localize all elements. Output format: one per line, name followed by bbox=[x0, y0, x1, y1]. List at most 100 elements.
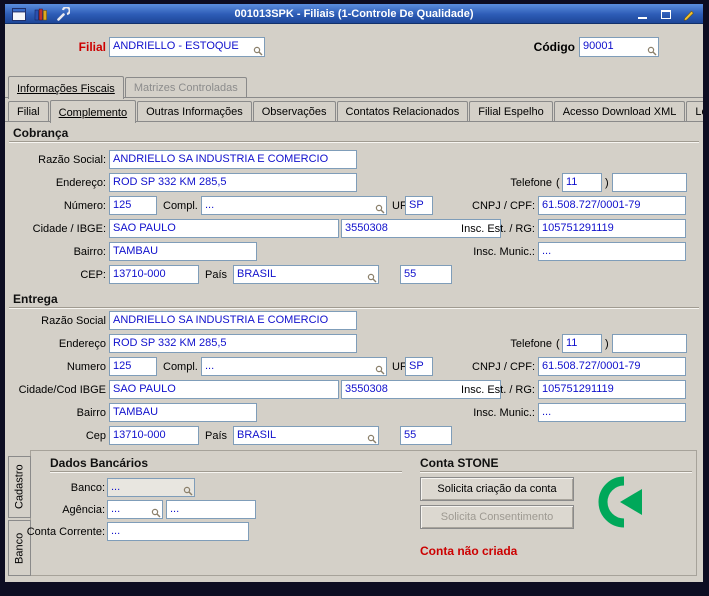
lookup-magnifier-icon[interactable] bbox=[375, 203, 385, 214]
entrega-razao-social-input[interactable]: ANDRIELLO SA INDUSTRIA E COMERCIO bbox=[109, 311, 357, 330]
entrega-cep-input[interactable]: 13710-000 bbox=[109, 426, 199, 445]
solicita-consentimento-button[interactable]: Solicita Consentimento bbox=[420, 505, 574, 529]
wrench-icon[interactable] bbox=[54, 7, 71, 21]
cobranca-compl-label: Compl. bbox=[163, 200, 198, 212]
cobranca-cep-input[interactable]: 13710-000 bbox=[109, 265, 199, 284]
window-frame: 001013SPK - Filiais (1-Controle De Quali… bbox=[0, 0, 709, 596]
entrega-pais-codigo-input[interactable]: 55 bbox=[400, 426, 452, 445]
lookup-magnifier-icon[interactable] bbox=[253, 45, 263, 56]
tab-filial[interactable]: Filial bbox=[8, 101, 49, 121]
tab-contatos-relacionados[interactable]: Contatos Relacionados bbox=[336, 101, 469, 121]
cobranca-insc-mun-label: Insc. Munic.: bbox=[473, 246, 535, 258]
entrega-telefone-numero-input[interactable] bbox=[612, 334, 687, 353]
entrega-telefone-label: Telefone bbox=[510, 338, 552, 350]
minimize-button[interactable] bbox=[635, 7, 650, 21]
entrega-cnpj-input[interactable]: 61.508.727/0001-79 bbox=[538, 357, 686, 376]
cobranca-telefone-ddd-input[interactable]: 11 bbox=[562, 173, 602, 192]
entrega-numero-label: Numero bbox=[66, 361, 106, 373]
cobranca-endereco-input[interactable]: ROD SP 332 KM 285,5 bbox=[109, 173, 357, 192]
stone-logo-icon bbox=[598, 476, 650, 528]
agencia-digito-input[interactable]: ... bbox=[166, 500, 256, 519]
edit-button[interactable] bbox=[681, 7, 696, 21]
cobranca-compl-input[interactable]: ... bbox=[201, 196, 387, 215]
cobranca-pais-label: País bbox=[205, 269, 228, 281]
tab-complemento[interactable]: Complemento bbox=[49, 100, 137, 123]
tab-filial-espelho[interactable]: Filial Espelho bbox=[469, 101, 553, 121]
cobranca-numero-input[interactable]: 125 bbox=[109, 196, 157, 215]
divider bbox=[50, 471, 402, 473]
cobranca-pais-input[interactable]: BRASIL bbox=[233, 265, 379, 284]
cobranca-cnpj-input[interactable]: 61.508.727/0001-79 bbox=[538, 196, 686, 215]
entrega-cidade-label: Cidade/Cod IBGE bbox=[18, 384, 106, 396]
divider bbox=[420, 471, 692, 473]
lookup-magnifier-icon[interactable] bbox=[367, 433, 377, 444]
books-icon[interactable] bbox=[32, 7, 49, 21]
filial-input[interactable]: ANDRIELLO - ESTOQUE bbox=[109, 37, 265, 57]
tab-observacoes[interactable]: Observações bbox=[252, 101, 336, 121]
cobranca-insc-mun-input[interactable]: ... bbox=[538, 242, 686, 261]
tab-acesso-download-xml[interactable]: Acesso Download XML bbox=[553, 101, 686, 121]
entrega-insc-est-input[interactable]: 105751291119 bbox=[538, 380, 686, 399]
lookup-magnifier-icon[interactable] bbox=[367, 272, 377, 283]
cobranca-insc-est-input[interactable]: 105751291119 bbox=[538, 219, 686, 238]
outer-tabstrip: Informações Fiscais Matrizes Controladas bbox=[8, 76, 248, 99]
cobranca-bairro-label: Bairro: bbox=[73, 246, 106, 258]
maximize-button[interactable] bbox=[658, 7, 673, 21]
entrega-insc-mun-label: Insc. Munic.: bbox=[473, 407, 535, 419]
lookup-magnifier-icon[interactable] bbox=[375, 364, 385, 375]
entrega-telefone-ddd-input[interactable]: 11 bbox=[562, 334, 602, 353]
entrega-cep-label: Cep bbox=[85, 430, 106, 442]
entrega-numero-input[interactable]: 125 bbox=[109, 357, 157, 376]
entrega-endereco-input[interactable]: ROD SP 332 KM 285,5 bbox=[109, 334, 357, 353]
entrega-insc-mun-input[interactable]: ... bbox=[538, 403, 686, 422]
cobranca-numero-label: Número: bbox=[63, 200, 106, 212]
solicita-criacao-conta-button[interactable]: Solicita criação da conta bbox=[420, 477, 574, 501]
maximize-icon bbox=[660, 9, 671, 19]
window-title: 001013SPK - Filiais (1-Controle De Quali… bbox=[234, 8, 474, 20]
tab-log[interactable]: Log bbox=[686, 101, 703, 121]
agencia-label: Agência: bbox=[62, 504, 105, 516]
lookup-magnifier-icon[interactable] bbox=[183, 485, 193, 496]
divider bbox=[9, 307, 699, 309]
cobranca-pais-codigo-input[interactable]: 55 bbox=[400, 265, 452, 284]
banco-input[interactable]: ... bbox=[107, 478, 195, 497]
form-icon[interactable] bbox=[10, 7, 27, 21]
paren-close: ) bbox=[605, 338, 609, 350]
minimize-icon bbox=[638, 17, 647, 19]
banco-label: Banco: bbox=[70, 482, 105, 494]
cobranca-cep-label: CEP: bbox=[80, 269, 106, 281]
conta-corrente-label: Conta Corrente: bbox=[26, 526, 105, 538]
entrega-compl-input[interactable]: ... bbox=[201, 357, 387, 376]
codigo-label: Código bbox=[533, 40, 575, 54]
section-title-entrega: Entrega bbox=[13, 292, 58, 306]
paren-open: ( bbox=[556, 338, 560, 350]
cobranca-telefone-numero-input[interactable] bbox=[612, 173, 687, 192]
section-title-conta-stone: Conta STONE bbox=[420, 456, 499, 470]
section-title-dados-bancarios: Dados Bancários bbox=[50, 456, 149, 470]
entrega-bairro-input[interactable]: TAMBAU bbox=[109, 403, 257, 422]
app-window: 001013SPK - Filiais (1-Controle De Quali… bbox=[5, 4, 703, 582]
codigo-value: 90001 bbox=[583, 40, 614, 52]
conta-corrente-input[interactable]: ... bbox=[107, 522, 249, 541]
tab-matrizes-controladas[interactable]: Matrizes Controladas bbox=[124, 77, 247, 97]
lookup-magnifier-icon[interactable] bbox=[151, 507, 161, 518]
lookup-magnifier-icon[interactable] bbox=[647, 45, 657, 56]
tab-outras-informacoes[interactable]: Outras Informações bbox=[137, 101, 252, 121]
cobranca-bairro-input[interactable]: TAMBAU bbox=[109, 242, 257, 261]
entrega-razao-social-label: Razão Social bbox=[41, 315, 106, 327]
cobranca-insc-est-label: Insc. Est. / RG: bbox=[461, 223, 535, 235]
inner-tabstrip: Filial Complemento Outras Informações Ob… bbox=[8, 100, 703, 123]
entrega-pais-input[interactable]: BRASIL bbox=[233, 426, 379, 445]
cobranca-cidade-label: Cidade / IBGE: bbox=[32, 223, 106, 235]
entrega-cidade-input[interactable]: SAO PAULO bbox=[109, 380, 339, 399]
entrega-cnpj-label: CNPJ / CPF: bbox=[472, 361, 535, 373]
entrega-endereco-label: Endereço bbox=[58, 338, 106, 350]
filial-value: ANDRIELLO - ESTOQUE bbox=[113, 40, 239, 52]
cobranca-razao-social-input[interactable]: ANDRIELLO SA INDUSTRIA E COMERCIO bbox=[109, 150, 357, 169]
titlebar-icons bbox=[10, 7, 76, 21]
tab-informacoes-fiscais[interactable]: Informações Fiscais bbox=[8, 76, 124, 99]
cobranca-telefone-label: Telefone bbox=[510, 177, 552, 189]
cobranca-cidade-input[interactable]: SAO PAULO bbox=[109, 219, 339, 238]
codigo-input[interactable]: 90001 bbox=[579, 37, 659, 57]
agencia-input[interactable]: ... bbox=[107, 500, 163, 519]
